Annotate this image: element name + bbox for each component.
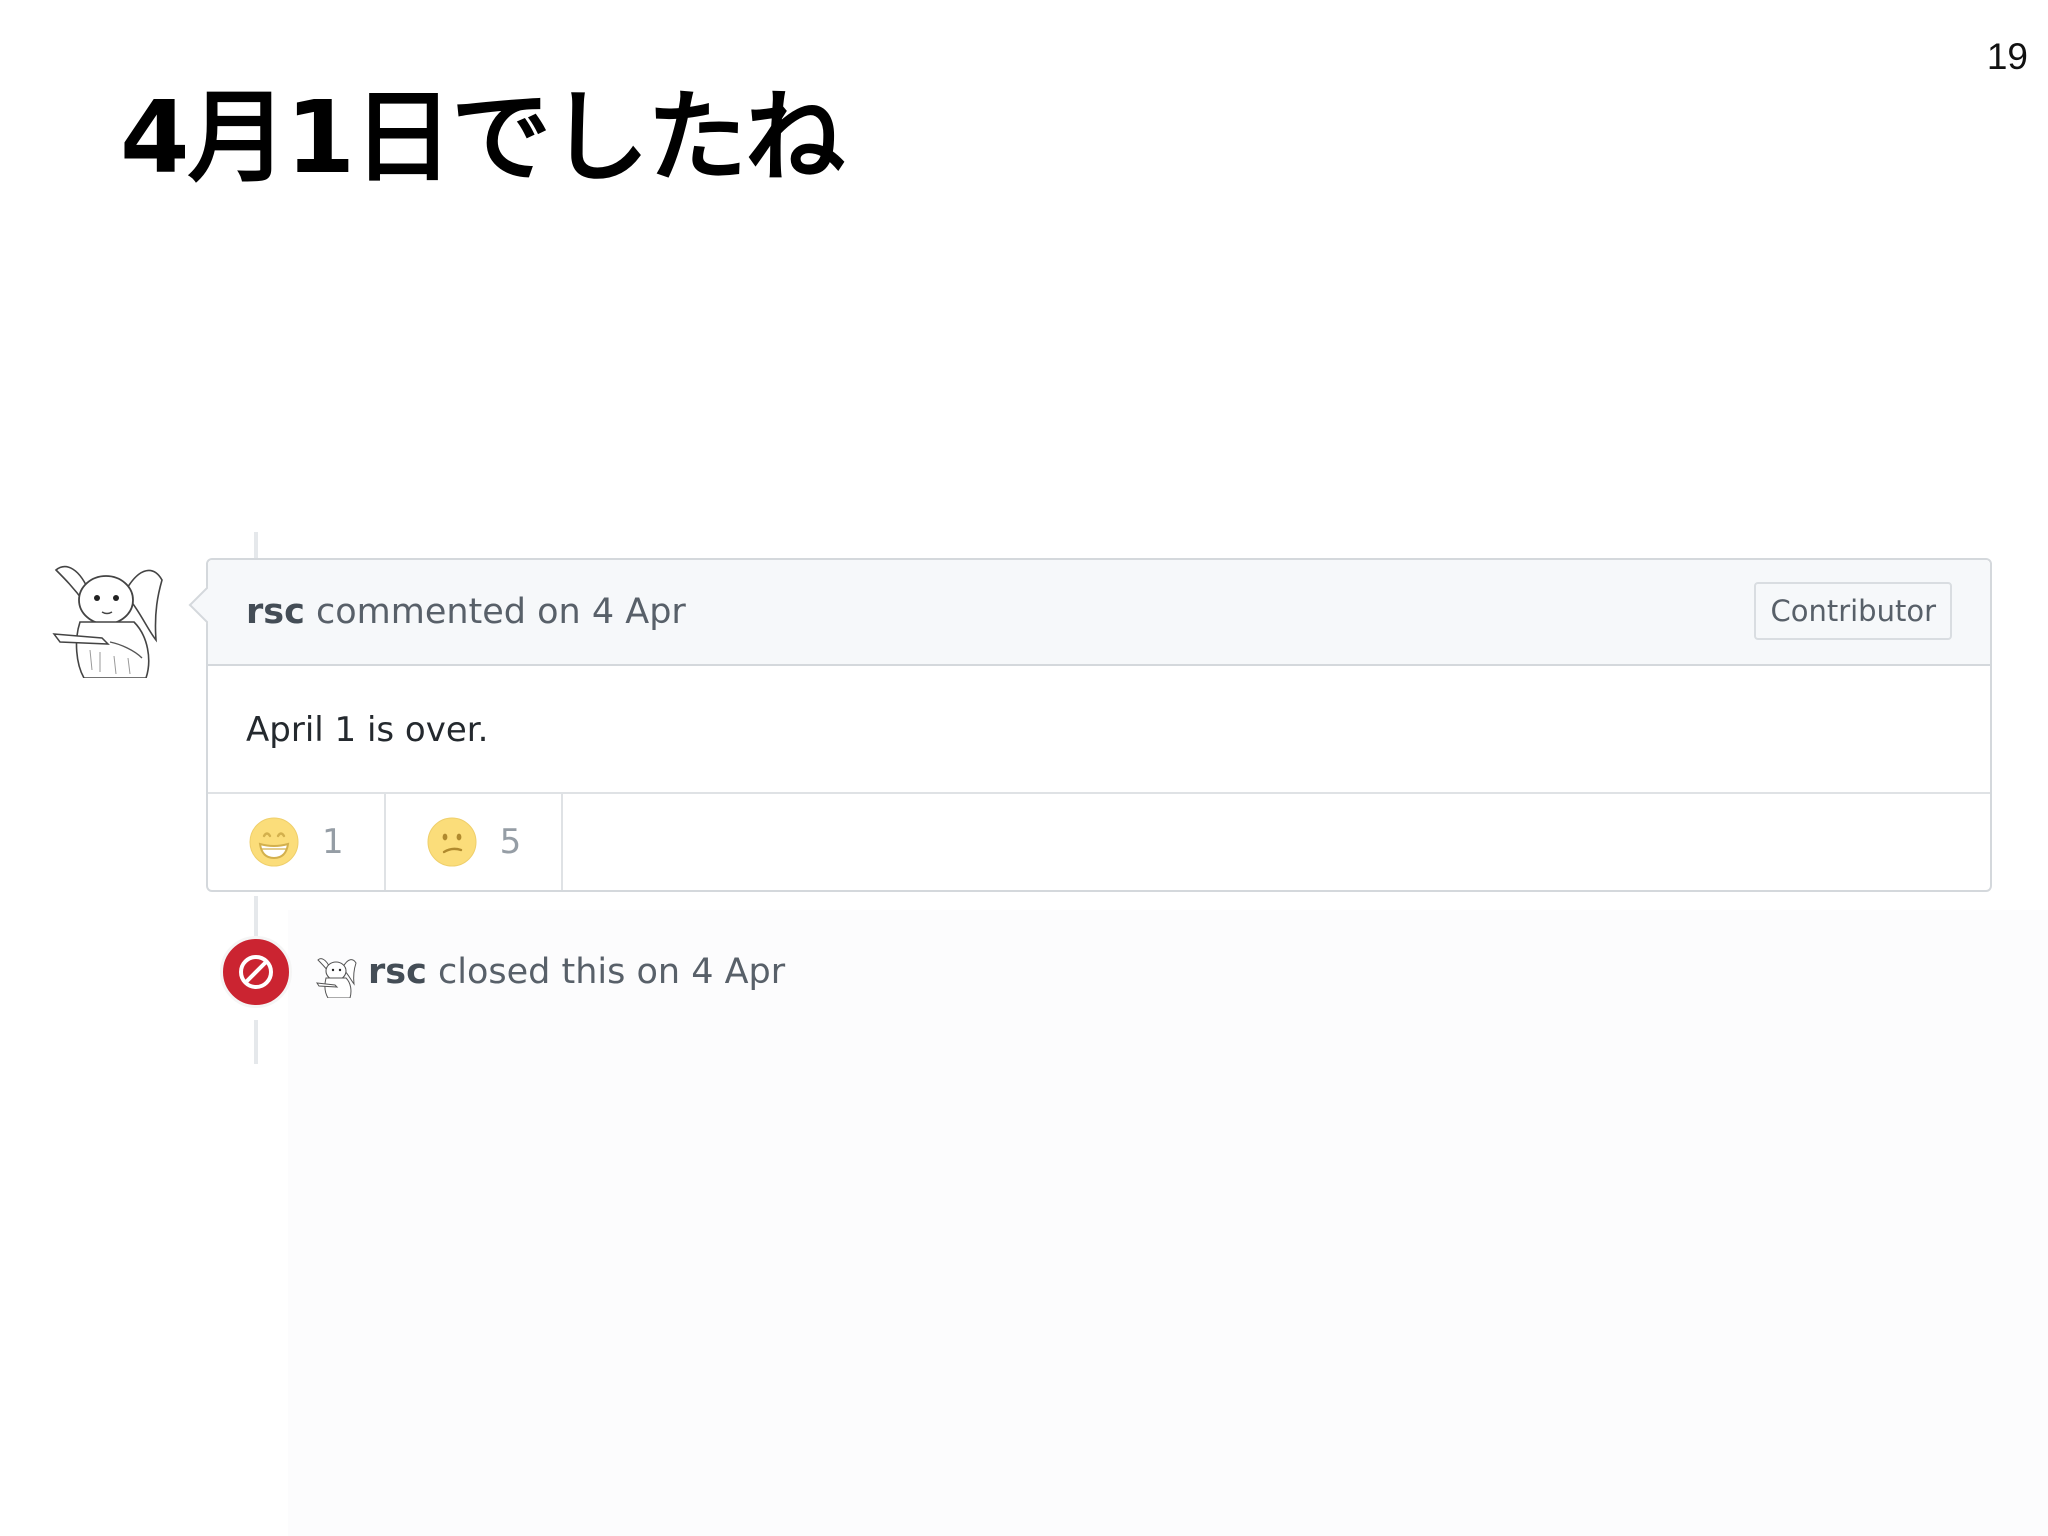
comment-author-link[interactable]: rsc — [246, 592, 305, 632]
contributor-badge: Contributor — [1754, 582, 1952, 640]
reaction-count: 1 — [322, 822, 344, 862]
closed-event-badge — [220, 936, 292, 1008]
comment-body: April 1 is over. — [246, 710, 489, 750]
reactions-bar: 1 5 — [208, 792, 1990, 890]
issue-timeline-screenshot: rsc commented on 4 Apr Contributor April… — [0, 520, 2048, 1536]
slide-number: 19 — [1986, 36, 2028, 77]
rabbit-avatar-icon[interactable] — [315, 956, 358, 999]
rabbit-avatar-icon[interactable] — [50, 560, 168, 679]
reaction-confused[interactable]: 5 — [386, 794, 564, 890]
slide-title: 4月1日でしたね — [120, 79, 845, 196]
grinning-face-icon — [249, 817, 299, 867]
comment-meta: rsc commented on 4 Apr — [246, 592, 686, 632]
comment-box: rsc commented on 4 Apr Contributor April… — [188, 558, 1992, 892]
reaction-count: 5 — [499, 822, 522, 862]
comment-header: rsc commented on 4 Apr Contributor — [208, 560, 1990, 666]
closed-event-text: rsc closed this on 4 Apr — [368, 952, 785, 992]
comment-timestamp[interactable]: commented on 4 Apr — [316, 592, 686, 632]
event-author-link[interactable]: rsc — [368, 952, 427, 992]
event-timestamp[interactable]: closed this on 4 Apr — [438, 952, 785, 992]
circle-slash-icon — [239, 955, 273, 989]
reaction-grinning[interactable]: 1 — [208, 794, 386, 890]
timeline-line — [254, 1020, 258, 1064]
confused-face-icon — [427, 817, 477, 867]
